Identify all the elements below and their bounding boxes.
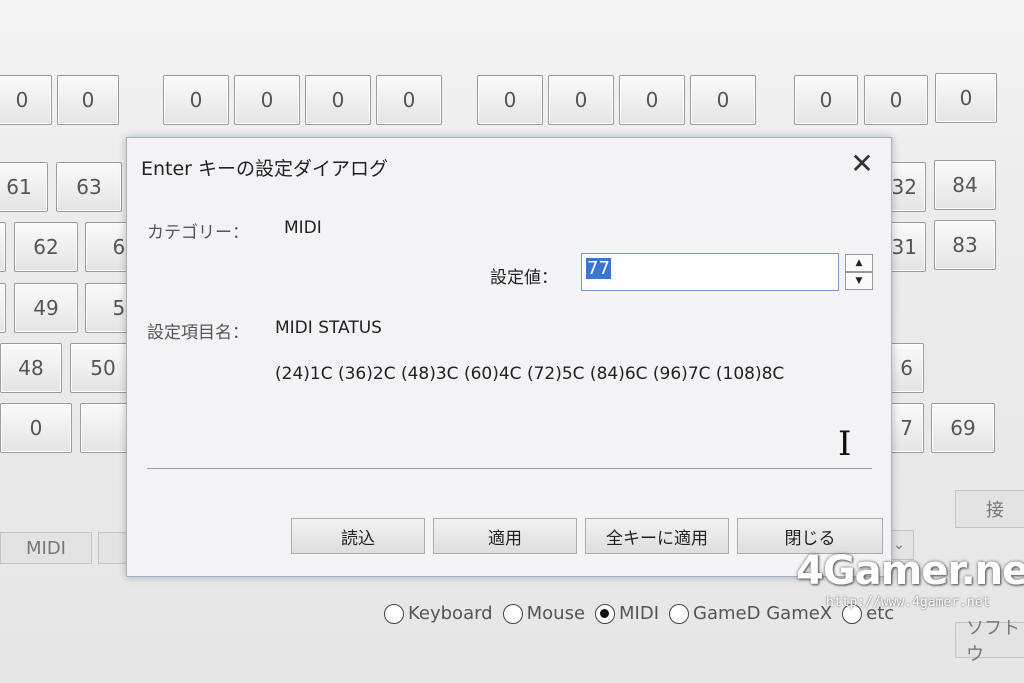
- value-input-selected-text: 77: [586, 258, 611, 279]
- key-value-button[interactable]: 0: [548, 75, 614, 125]
- spin-down-icon[interactable]: ▼: [845, 272, 873, 290]
- key-value-button[interactable]: 0: [864, 75, 928, 125]
- tab-partial[interactable]: [98, 532, 128, 564]
- radio-label: Mouse: [526, 603, 586, 624]
- key-value-button[interactable]: 63: [56, 162, 122, 212]
- watermark-logo: 4Gamer.net: [796, 548, 1024, 594]
- category-value: MIDI: [284, 218, 322, 238]
- key-value-button[interactable]: 49: [14, 283, 78, 333]
- key-value-button[interactable]: 0: [57, 75, 119, 125]
- key-settings-dialog: Enter キーの設定ダイアログ ✕ カテゴリー： MIDI 設定値： 77 ▲…: [126, 137, 892, 577]
- spin-up-icon[interactable]: ▲: [845, 254, 873, 272]
- key-value-button[interactable]: 0: [477, 75, 543, 125]
- connect-button[interactable]: 接: [955, 490, 1024, 528]
- radio-label: GameD GameX: [693, 603, 833, 624]
- divider: [147, 468, 872, 469]
- radio-mouse[interactable]: Mouse: [502, 603, 586, 624]
- apply-all-keys-button[interactable]: 全キーに適用: [585, 518, 729, 554]
- key-value-button[interactable]: 0: [619, 75, 685, 125]
- key-value-button[interactable]: 0: [305, 75, 371, 125]
- key-value-button[interactable]: 48: [0, 343, 62, 393]
- radio-keyboard[interactable]: Keyboard: [384, 603, 493, 624]
- key-value-button[interactable]: 0: [234, 75, 300, 125]
- key-value-button[interactable]: 62: [14, 222, 78, 272]
- radio-circle-icon: [669, 603, 690, 624]
- key-value-button[interactable]: 0: [0, 75, 52, 125]
- radio-label: Keyboard: [408, 603, 493, 624]
- category-label: カテゴリー：: [147, 223, 249, 243]
- load-button[interactable]: 読込: [291, 518, 425, 554]
- key-value-button[interactable]: [0, 283, 6, 333]
- key-value-button[interactable]: 0: [0, 403, 72, 453]
- key-value-button[interactable]: 0: [163, 75, 229, 125]
- key-value-button[interactable]: 0: [794, 75, 858, 125]
- key-value-button[interactable]: 83: [934, 220, 996, 270]
- close-icon[interactable]: ✕: [847, 147, 877, 180]
- key-value-button[interactable]: 0: [935, 73, 997, 123]
- radio-circle-icon: [502, 603, 523, 624]
- key-value-button[interactable]: 69: [931, 403, 995, 453]
- radio-label: MIDI: [619, 603, 660, 624]
- apply-button[interactable]: 適用: [433, 518, 577, 554]
- key-value-button[interactable]: 84: [934, 160, 996, 210]
- key-value-button[interactable]: 0: [376, 75, 442, 125]
- radio-circle-icon: [384, 603, 404, 624]
- software-button[interactable]: ソフトウ: [955, 618, 1024, 665]
- item-name-label: 設定項目名：: [147, 323, 249, 343]
- radio-gamepad[interactable]: GameD GameX: [669, 603, 832, 624]
- key-value-button[interactable]: 61: [0, 162, 48, 212]
- dialog-title: Enter キーの設定ダイアログ: [141, 158, 389, 180]
- item-name-value: MIDI STATUS: [275, 318, 382, 338]
- note-number-hint: (24)1C (36)2C (48)3C (60)4C (72)5C (84)6…: [275, 364, 785, 384]
- watermark-url: http://www.4gamer.net: [826, 595, 991, 610]
- text-cursor-icon: I: [838, 424, 852, 464]
- radio-midi[interactable]: MIDI: [595, 603, 659, 624]
- key-value-button[interactable]: 0: [690, 75, 756, 125]
- midi-tab[interactable]: MIDI: [0, 532, 92, 564]
- key-value-button[interactable]: [0, 222, 6, 272]
- value-label: 設定値：: [490, 268, 558, 288]
- value-input[interactable]: 77: [581, 253, 839, 291]
- radio-selected-icon: [595, 603, 616, 624]
